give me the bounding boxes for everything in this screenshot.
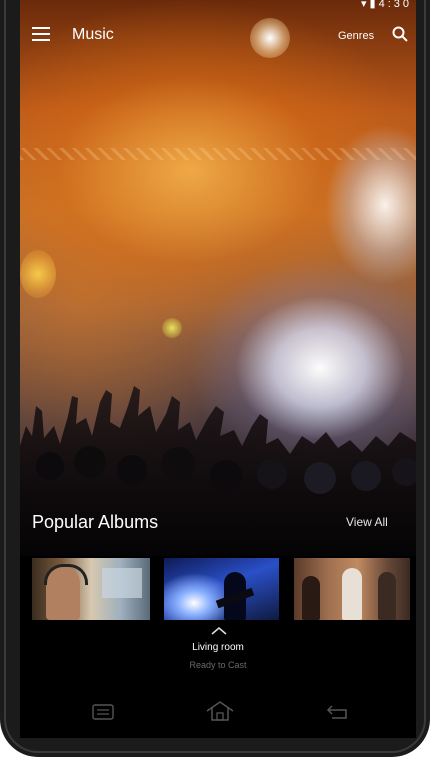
headphones-shape (44, 564, 88, 585)
stage-truss (20, 148, 416, 160)
stage-light-small (162, 318, 182, 338)
back-icon[interactable] (326, 704, 350, 720)
phone-frame: ▾▮4:30 Music Genres Popular Albums View … (0, 0, 430, 757)
album-thumbnail-3[interactable] (294, 558, 410, 620)
app-bar: Music Genres (20, 14, 416, 60)
album-thumbnail-2[interactable] (164, 558, 279, 620)
home-icon[interactable] (205, 700, 235, 722)
view-all-link[interactable]: View All (346, 515, 388, 529)
navigation-bar (20, 690, 416, 738)
cast-panel: Living room Ready to Cast (20, 626, 416, 690)
status-time: 4:30 (378, 0, 412, 10)
status-bar: ▾▮4:30 (20, 0, 416, 12)
search-icon[interactable] (392, 26, 408, 42)
band-member-1 (302, 576, 320, 620)
album-carousel (20, 556, 416, 626)
battery-icon: ▮ (369, 0, 379, 10)
chevron-up-icon[interactable] (210, 626, 228, 636)
cast-device-name[interactable]: Living room (20, 642, 416, 653)
cast-status: Ready to Cast (189, 660, 247, 670)
recent-apps-icon[interactable] (92, 704, 114, 720)
app-title: Music (72, 26, 114, 43)
genres-button[interactable]: Genres (338, 30, 374, 42)
screen: ▾▮4:30 Music Genres Popular Albums View … (20, 0, 416, 690)
hero-concert-image (20, 0, 416, 556)
album-thumbnail-1[interactable] (32, 558, 150, 620)
studio-window (102, 568, 142, 598)
band-member-3 (378, 572, 396, 620)
signal-icon: ▾ (360, 0, 370, 10)
status-icons: ▾▮4:30 (361, 0, 412, 10)
popular-albums-title: Popular Albums (32, 512, 159, 532)
stage-light-yellow (20, 250, 56, 298)
menu-icon[interactable] (32, 27, 50, 41)
band-member-2 (342, 568, 362, 620)
